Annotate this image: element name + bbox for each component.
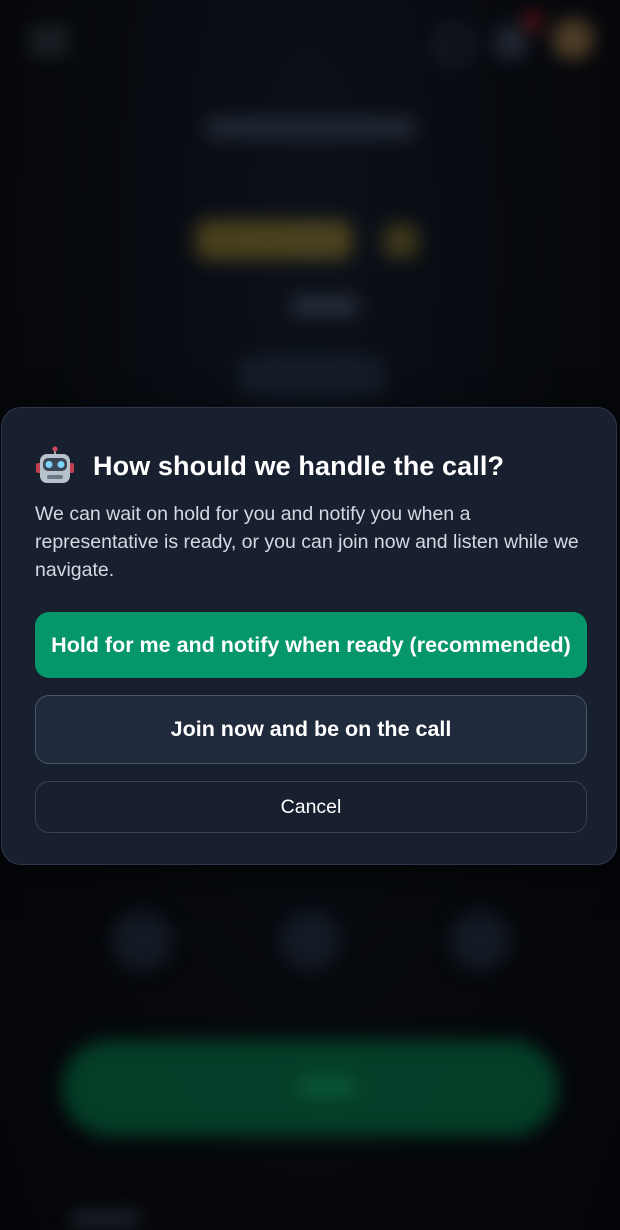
menu-icon	[30, 28, 68, 54]
background-footer	[70, 1212, 140, 1226]
background-highlight	[196, 220, 352, 260]
robot-icon	[35, 446, 75, 486]
dialog-header: How should we handle the call?	[35, 446, 583, 486]
dialog-description: We can wait on hold for you and notify y…	[35, 503, 579, 581]
notification-icon	[496, 26, 526, 58]
control-icon	[450, 910, 510, 970]
join-now-button[interactable]: Join now and be on the call	[35, 695, 587, 764]
avatar	[552, 18, 594, 60]
dialog-title: How should we handle the call?	[93, 451, 505, 481]
call-handling-dialog: How should we handle the call? We can wa…	[1, 407, 617, 865]
background-title	[206, 118, 416, 138]
control-icon	[280, 910, 340, 970]
background-highlight-icon	[384, 224, 418, 258]
screen: How should we handle the call? We can wa…	[0, 0, 620, 1230]
notification-badge	[524, 12, 542, 30]
background-call-button-label	[298, 1078, 356, 1096]
search-icon	[436, 26, 474, 64]
cancel-button[interactable]: Cancel	[35, 781, 587, 833]
background-controls	[80, 910, 540, 980]
hold-for-me-button[interactable]: Hold for me and notify when ready (recom…	[35, 612, 587, 678]
background-subtitle	[292, 298, 358, 314]
background-chip	[236, 356, 386, 396]
control-icon	[112, 910, 172, 970]
